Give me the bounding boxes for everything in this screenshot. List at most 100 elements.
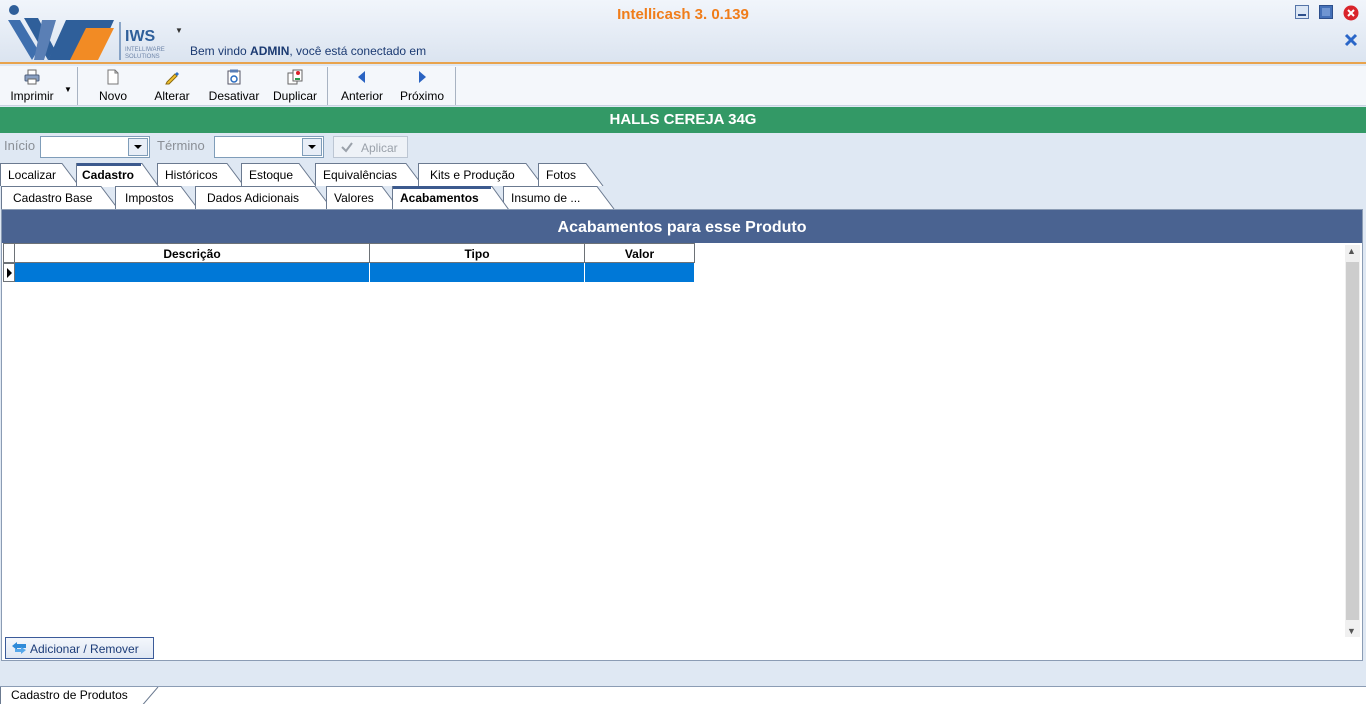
arrow-right-icon xyxy=(419,71,426,83)
new-button[interactable]: Novo xyxy=(83,67,143,105)
arrow-left-icon xyxy=(358,71,365,83)
maximize-icon xyxy=(1319,5,1333,19)
subtab-label: Dados Adicionais xyxy=(207,191,300,205)
tab-equivalencias[interactable]: Equivalências xyxy=(315,163,424,186)
toolbar-group-print: Imprimir ▼ xyxy=(0,67,78,105)
next-button[interactable]: Próximo xyxy=(393,67,451,105)
tab-kits-producao[interactable]: Kits e Produção xyxy=(418,163,544,186)
grid-header: Descrição Tipo Valor xyxy=(3,243,695,263)
next-label: Próximo xyxy=(399,89,444,103)
add-remove-button[interactable]: Adicionar / Remover xyxy=(5,637,154,659)
end-label: Término xyxy=(157,138,205,153)
tab-label: Estoque xyxy=(249,168,294,182)
scroll-up-icon[interactable]: ▲ xyxy=(1347,246,1356,256)
deactivate-icon xyxy=(227,69,241,85)
tab-label: Kits e Produção xyxy=(430,168,515,182)
subtab-label: Impostos xyxy=(125,191,174,205)
logo-subtext-1: INTELLIWARE xyxy=(125,47,165,53)
main-tabs: Localizar Históricos Estoque Equivalênci… xyxy=(0,163,1366,187)
form-tab-label: Cadastro de Produtos xyxy=(11,688,128,702)
end-date-dropdown-button[interactable] xyxy=(302,138,322,156)
start-label: Início xyxy=(4,138,36,153)
pencil-icon xyxy=(165,72,179,85)
cell-valor[interactable] xyxy=(585,263,695,282)
logo-text: IWS xyxy=(125,28,156,45)
previous-label: Anterior xyxy=(340,89,384,103)
subtab-label: Acabamentos xyxy=(400,191,479,205)
panel-title: Acabamentos para esse Produto xyxy=(2,210,1362,243)
tab-localizar[interactable]: Localizar xyxy=(0,163,80,186)
printer-icon xyxy=(24,69,40,85)
print-button[interactable]: Imprimir xyxy=(2,67,62,105)
close-form-button[interactable] xyxy=(1343,32,1359,48)
minimize-icon xyxy=(1295,5,1309,19)
app-title: Intellicash 3. 0.139 xyxy=(617,6,749,23)
chevron-down-icon xyxy=(308,145,316,149)
scroll-down-icon[interactable]: ▼ xyxy=(1347,626,1356,636)
subtab-cadastro-base[interactable]: Cadastro Base xyxy=(1,186,119,209)
tab-label: Cadastro xyxy=(82,168,135,182)
welcome-user: ADMIN xyxy=(250,44,290,58)
tab-historicos[interactable]: Históricos xyxy=(157,163,245,186)
previous-button[interactable]: Anterior xyxy=(333,67,391,105)
start-date-combo[interactable] xyxy=(40,136,150,158)
subtab-acabamentos[interactable]: Acabamentos xyxy=(392,186,510,210)
print-label: Imprimir xyxy=(10,89,54,103)
subtab-insumo[interactable]: Insumo de ... xyxy=(503,186,615,209)
close-form-icon xyxy=(1344,33,1358,47)
toolbar-group-edit: Novo Alterar Desativar Duplicar xyxy=(79,67,328,105)
edit-button[interactable]: Alterar xyxy=(143,67,201,105)
tab-cadastro[interactable]: Cadastro xyxy=(76,163,160,187)
new-label: Novo xyxy=(98,89,127,103)
start-date-dropdown-button[interactable] xyxy=(128,138,148,156)
date-filter: Início Término Aplicar xyxy=(0,134,1366,160)
apply-button[interactable]: Aplicar xyxy=(333,136,408,158)
subtab-impostos[interactable]: Impostos xyxy=(115,186,199,209)
minimize-button[interactable] xyxy=(1295,5,1309,19)
vertical-scrollbar[interactable]: ▲ ▼ xyxy=(1345,245,1360,637)
duplicate-button[interactable]: Duplicar xyxy=(267,67,323,105)
checkmark-icon xyxy=(341,142,353,153)
column-header-valor[interactable]: Valor xyxy=(585,243,695,263)
form-tab-cadastro-produtos[interactable]: Cadastro de Produtos xyxy=(0,687,160,704)
subtab-dados-adicionais[interactable]: Dados Adicionais xyxy=(195,186,333,209)
print-dropdown-arrow[interactable]: ▼ xyxy=(64,85,72,94)
tab-label: Equivalências xyxy=(323,168,398,182)
tab-fotos[interactable]: Fotos xyxy=(538,163,604,186)
deactivate-button[interactable]: Desativar xyxy=(203,67,265,105)
row-indicator-arrow-icon xyxy=(3,263,15,282)
maximize-button[interactable] xyxy=(1319,5,1333,19)
deactivate-label: Desativar xyxy=(208,89,260,103)
open-forms-bar: Cadastro de Produtos xyxy=(0,686,1366,704)
tab-estoque[interactable]: Estoque xyxy=(241,163,317,186)
table-row[interactable] xyxy=(3,263,695,282)
product-name-bar: HALLS CEREJA 34G xyxy=(0,107,1366,133)
close-icon xyxy=(1343,5,1359,21)
subtab-label: Valores xyxy=(334,191,374,205)
subtab-label: Cadastro Base xyxy=(13,191,93,205)
end-date-combo[interactable] xyxy=(214,136,324,158)
tab-label: Históricos xyxy=(165,168,218,182)
sub-tabs: Cadastro Base Impostos Dados Adicionais … xyxy=(0,186,1366,210)
subtab-label: Insumo de ... xyxy=(511,191,581,205)
edit-label: Alterar xyxy=(154,89,190,103)
tab-label: Localizar xyxy=(8,168,57,182)
subtab-valores[interactable]: Valores xyxy=(326,186,400,209)
column-header-descricao[interactable]: Descrição xyxy=(15,243,370,263)
chevron-down-icon xyxy=(134,145,142,149)
logo-menu-arrow[interactable]: ▼ xyxy=(175,26,183,35)
toolbar-group-navigation: Anterior Próximo xyxy=(329,67,456,105)
row-indicator-header xyxy=(3,243,15,263)
swap-arrows-icon xyxy=(12,642,26,654)
tab-label: Fotos xyxy=(546,168,577,182)
scrollbar-thumb[interactable] xyxy=(1346,262,1359,620)
close-button[interactable] xyxy=(1343,5,1359,21)
app-header: IWS INTELLIWARE SOLUTIONS ▼ Intellicash … xyxy=(0,0,1366,64)
cell-descricao[interactable] xyxy=(15,263,370,282)
logo-subtext-2: SOLUTIONS xyxy=(125,54,160,60)
cell-tipo[interactable] xyxy=(370,263,585,282)
duplicate-icon xyxy=(287,69,303,85)
new-document-icon xyxy=(107,69,119,85)
welcome-suffix: , você está conectado em xyxy=(289,44,427,58)
column-header-tipo[interactable]: Tipo xyxy=(370,243,585,263)
